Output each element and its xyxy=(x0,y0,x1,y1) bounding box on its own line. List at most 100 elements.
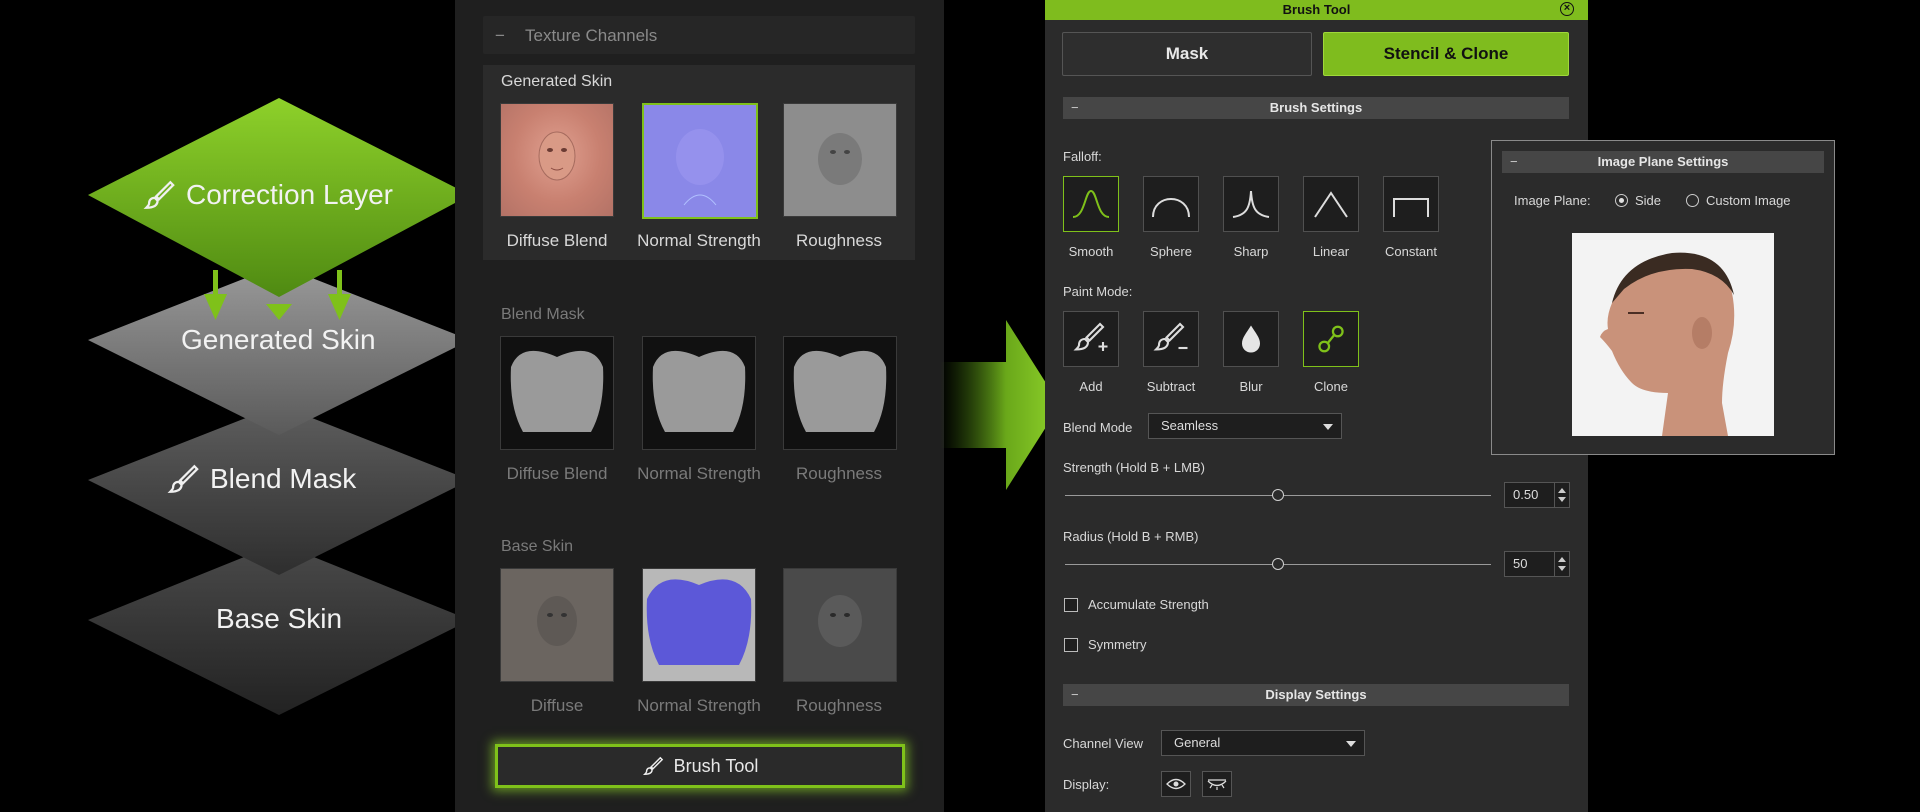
falloff-constant-button[interactable] xyxy=(1383,176,1439,232)
show-eye-button[interactable] xyxy=(1161,771,1191,797)
falloff-label: Falloff: xyxy=(1063,149,1102,164)
group-title-base-skin: Base Skin xyxy=(501,538,574,555)
channel-view-label: Channel View xyxy=(1063,736,1143,751)
face-texture-icon xyxy=(538,131,576,181)
droplet-icon xyxy=(1242,325,1260,353)
roughness-map-icon xyxy=(818,595,862,647)
falloff-linear-caption: Linear xyxy=(1312,244,1350,259)
thumb-diffuse-blend[interactable] xyxy=(500,103,614,217)
accumulate-strength-checkbox[interactable] xyxy=(1064,598,1078,612)
blend-mode-dropdown[interactable]: Seamless xyxy=(1148,413,1342,439)
generated-skin-label: Generated Skin xyxy=(181,324,376,355)
image-plane-side-label: Side xyxy=(1635,193,1662,208)
spin-down-icon[interactable] xyxy=(1558,497,1566,502)
paint-subtract-caption: Subtract xyxy=(1146,379,1196,394)
collapse-icon[interactable]: − xyxy=(1510,151,1518,173)
strength-value: 0.50 xyxy=(1513,487,1539,502)
thumb-blend-roughness[interactable] xyxy=(783,336,897,450)
paint-subtract-button[interactable] xyxy=(1143,311,1199,367)
collapse-icon[interactable]: − xyxy=(1071,684,1079,706)
image-plane-settings-panel: − Image Plane Settings Image Plane: Side… xyxy=(1491,140,1835,455)
constant-curve-icon xyxy=(1393,198,1429,217)
texture-channels-header[interactable]: − Texture Channels xyxy=(483,16,915,54)
brush-icon xyxy=(167,464,199,493)
eye-closed-icon xyxy=(1207,779,1227,790)
image-plane-custom-label: Custom Image xyxy=(1706,193,1791,208)
spin-arrows[interactable] xyxy=(1554,483,1569,507)
paint-blur-button[interactable] xyxy=(1223,311,1279,367)
spin-arrows[interactable] xyxy=(1554,552,1569,576)
clone-stamp-icon xyxy=(1318,325,1344,353)
radius-label: Radius (Hold B + RMB) xyxy=(1063,529,1199,544)
base-skin-label: Base Skin xyxy=(216,603,343,634)
brush-tool-button-label: Brush Tool xyxy=(673,755,759,776)
eye-icon xyxy=(1166,778,1186,790)
strength-label: Strength (Hold B + LMB) xyxy=(1063,460,1205,475)
falloff-sphere-caption: Sphere xyxy=(1150,244,1192,259)
sharp-curve-icon xyxy=(1232,190,1270,218)
falloff-sphere-button[interactable] xyxy=(1143,176,1199,232)
radius-slider-handle[interactable] xyxy=(1272,558,1284,570)
caption-blend-diffuse: Diffuse Blend xyxy=(506,464,608,483)
mask-shape-icon xyxy=(793,350,887,432)
caption-base-roughness: Roughness xyxy=(795,696,882,715)
mask-shape-icon xyxy=(510,350,604,432)
brush-settings-header[interactable]: − Brush Settings xyxy=(1063,97,1569,119)
paint-clone-button[interactable] xyxy=(1303,311,1359,367)
radius-value: 50 xyxy=(1513,556,1528,571)
accumulate-strength-label: Accumulate Strength xyxy=(1088,597,1209,612)
tab-mask[interactable]: Mask xyxy=(1062,32,1312,76)
spin-up-icon[interactable] xyxy=(1558,488,1566,493)
channel-view-dropdown[interactable]: General xyxy=(1161,730,1365,756)
image-plane-label: Image Plane: xyxy=(1514,193,1591,208)
linear-curve-icon xyxy=(1314,191,1348,218)
paint-add-caption: Add xyxy=(1079,379,1103,394)
correction-layer-label: Correction Layer xyxy=(142,178,393,212)
collapse-icon[interactable]: − xyxy=(495,26,505,46)
image-plane-custom-radio[interactable] xyxy=(1686,194,1699,207)
blend-mode-value: Seamless xyxy=(1161,418,1219,433)
normal-map-icon xyxy=(676,129,724,206)
brush-add-icon xyxy=(1073,322,1108,351)
image-plane-settings-header[interactable]: − Image Plane Settings xyxy=(1502,151,1824,173)
tab-stencil-clone[interactable]: Stencil & Clone xyxy=(1323,32,1569,76)
thumb-base-diffuse[interactable] xyxy=(500,568,614,682)
paint-add-button[interactable] xyxy=(1063,311,1119,367)
layer-stack-diagram: Correction Layer Generated Skin Blend Ma… xyxy=(0,0,480,812)
strength-slider-handle[interactable] xyxy=(1272,489,1284,501)
thumb-blend-normal[interactable] xyxy=(642,336,756,450)
caption-blend-roughness: Roughness xyxy=(795,464,882,483)
radius-spinbox[interactable]: 50 xyxy=(1504,551,1570,577)
mask-shape-icon xyxy=(652,350,746,432)
brush-tool-title: Brush Tool xyxy=(1282,2,1351,17)
thumb-blend-diffuse[interactable] xyxy=(500,336,614,450)
symmetry-checkbox[interactable] xyxy=(1064,638,1078,652)
caption-normal-strength: Normal Strength xyxy=(637,231,761,250)
thumb-base-normal[interactable] xyxy=(642,568,756,682)
image-plane-side-radio[interactable] xyxy=(1615,194,1628,207)
falloff-smooth-button[interactable] xyxy=(1063,176,1119,232)
face-texture-icon xyxy=(537,596,577,646)
display-settings-header[interactable]: − Display Settings xyxy=(1063,684,1569,706)
strength-spinbox[interactable]: 0.50 xyxy=(1504,482,1570,508)
head-profile-image xyxy=(1572,233,1774,436)
falloff-constant-caption: Constant xyxy=(1384,244,1438,259)
caption-base-normal: Normal Strength xyxy=(637,696,761,715)
thumb-normal-strength[interactable] xyxy=(642,103,758,219)
spin-up-icon[interactable] xyxy=(1558,557,1566,562)
falloff-sharp-button[interactable] xyxy=(1223,176,1279,232)
thumb-base-roughness[interactable] xyxy=(783,568,897,682)
spin-down-icon[interactable] xyxy=(1558,566,1566,571)
falloff-linear-button[interactable] xyxy=(1303,176,1359,232)
collapse-icon[interactable]: − xyxy=(1071,97,1079,119)
chevron-down-icon xyxy=(1346,741,1356,747)
thumb-roughness[interactable] xyxy=(783,103,897,217)
blend-mode-label: Blend Mode xyxy=(1063,420,1133,435)
hide-eye-button[interactable] xyxy=(1202,771,1232,797)
blend-mask-label: Blend Mask xyxy=(166,462,356,496)
close-icon[interactable]: × xyxy=(1560,2,1574,16)
brush-icon xyxy=(143,180,175,209)
brush-tool-button[interactable]: Brush Tool xyxy=(495,744,905,788)
smooth-curve-icon xyxy=(1072,189,1110,218)
sphere-curve-icon xyxy=(1152,198,1190,218)
